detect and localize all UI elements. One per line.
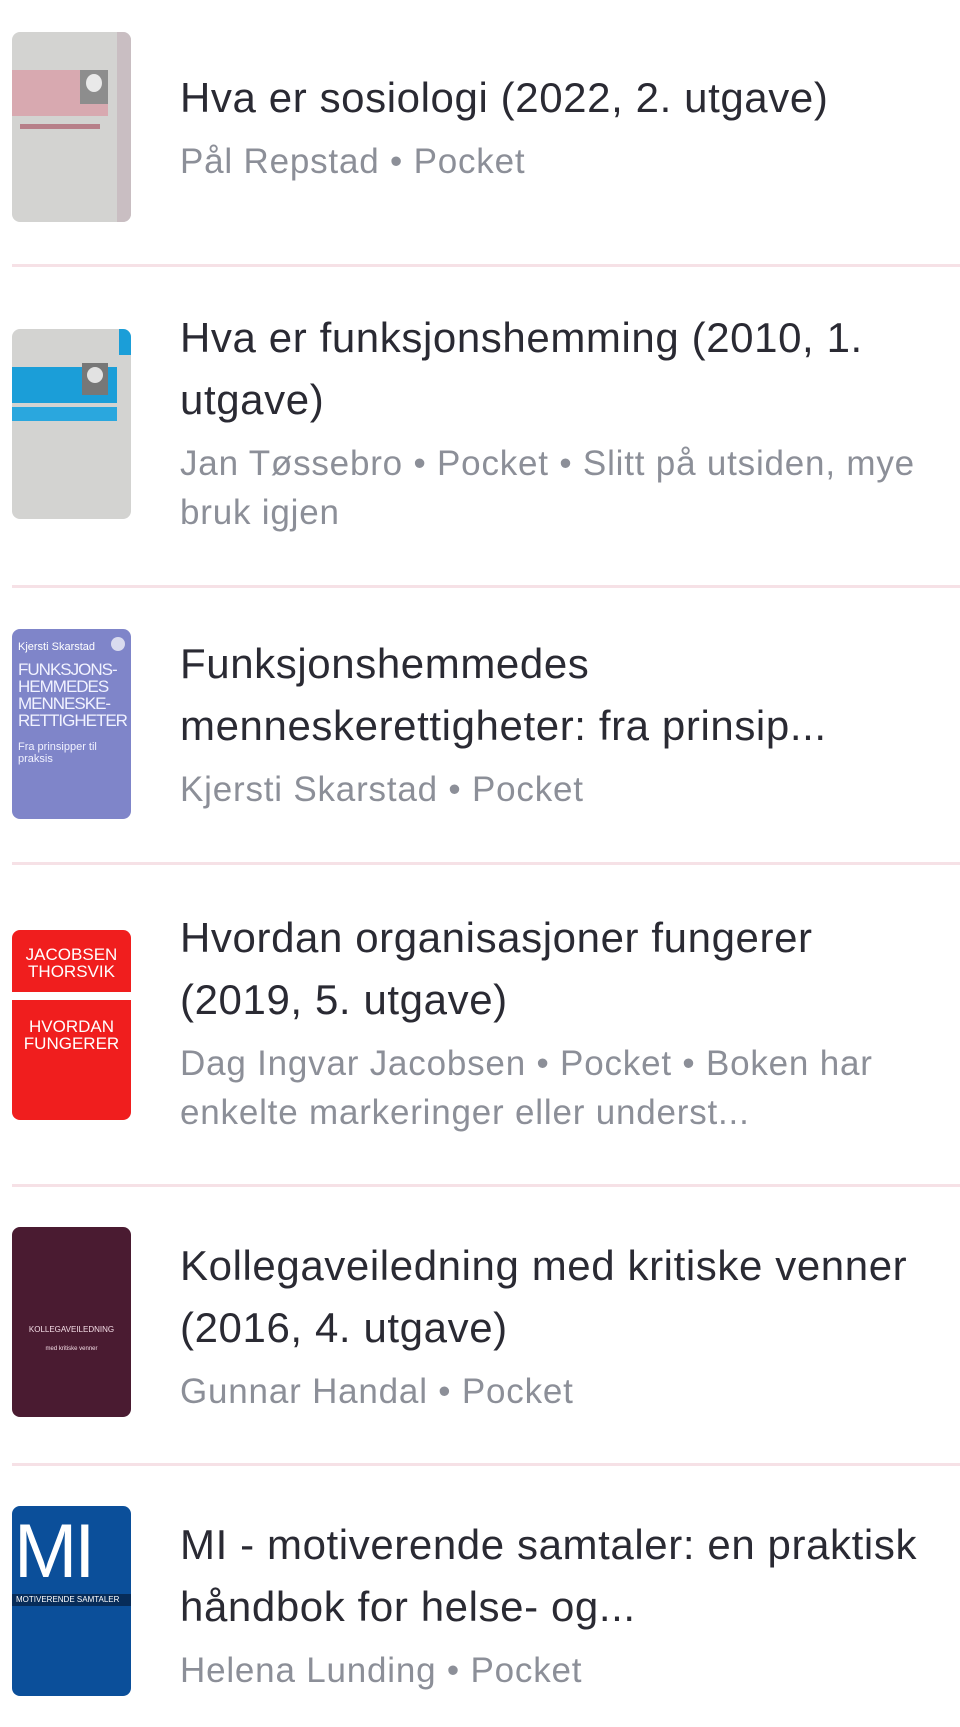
book-title[interactable]: Funksjonshemmedes menneskerettigheter: f…: [180, 633, 945, 757]
book-list: Hva er sosiologi (2022, 2. utgave) Pål R…: [0, 0, 960, 1727]
book-info: Funksjonshemmedes menneskerettigheter: f…: [180, 633, 945, 814]
book-meta: Helena Lunding • Pocket: [180, 1651, 583, 1690]
book-item[interactable]: JACOBSEN THORSVIK HVORDAN FUNGERER Hvord…: [0, 865, 960, 1185]
book-item[interactable]: Hva er funksjonshemming (2010, 1. utgave…: [0, 267, 960, 585]
book-cover[interactable]: MI MOTIVERENDE SAMTALER: [12, 1506, 131, 1696]
book-cover[interactable]: KOLLEGAVEILEDNING med kritiske venner: [12, 1227, 131, 1417]
book-meta: Kjersti Skarstad • Pocket: [180, 770, 584, 809]
book-item[interactable]: Kjersti Skarstad FUNKSJONS-HEMMEDES MENN…: [0, 588, 960, 862]
cover-subtitle: med kritiske venner: [45, 1346, 98, 1352]
book-cover[interactable]: Kjersti Skarstad FUNKSJONS-HEMMEDES MENN…: [12, 629, 131, 819]
cover-title: MOTIVERENDE SAMTALER: [16, 1595, 120, 1604]
cover-authors: JACOBSEN THORSVIK: [25, 945, 118, 981]
cover-subtitle: Fra prinsipper til praksis: [18, 741, 97, 765]
book-title[interactable]: Kollegaveiledning med kritiske venner (2…: [180, 1235, 945, 1359]
book-cover[interactable]: JACOBSEN THORSVIK HVORDAN FUNGERER: [12, 930, 131, 1120]
book-meta: Gunnar Handal • Pocket: [180, 1372, 574, 1411]
book-info: Hvordan organisasjoner fungerer (2019, 5…: [180, 907, 945, 1137]
book-item[interactable]: KOLLEGAVEILEDNING med kritiske venner Ko…: [0, 1187, 960, 1463]
book-info: Hva er funksjonshemming (2010, 1. utgave…: [180, 307, 945, 537]
book-meta: Pål Repstad • Pocket: [180, 142, 526, 181]
book-cover[interactable]: [12, 32, 131, 222]
book-item[interactable]: Hva er sosiologi (2022, 2. utgave) Pål R…: [0, 0, 960, 266]
book-title[interactable]: Hva er sosiologi (2022, 2. utgave): [180, 67, 945, 129]
book-item[interactable]: MI MOTIVERENDE SAMTALER MI - motiverende…: [0, 1466, 960, 1727]
cover-mi: MI: [14, 1509, 95, 1594]
book-info: Kollegaveiledning med kritiske venner (2…: [180, 1235, 945, 1416]
cover-title: KOLLEGAVEILEDNING: [28, 1325, 115, 1334]
book-title[interactable]: Hva er funksjonshemming (2010, 1. utgave…: [180, 307, 945, 431]
book-info: Hva er sosiologi (2022, 2. utgave) Pål R…: [180, 67, 945, 186]
book-title[interactable]: Hvordan organisasjoner fungerer (2019, 5…: [180, 907, 945, 1031]
book-title[interactable]: MI - motiverende samtaler: en praktisk h…: [180, 1514, 945, 1638]
book-info: MI - motiverende samtaler: en praktisk h…: [180, 1514, 945, 1695]
cover-title: HVORDAN FUNGERER: [23, 1017, 120, 1053]
book-meta: Jan Tøssebro • Pocket • Slitt på utsiden…: [180, 444, 915, 532]
cover-author: Kjersti Skarstad: [18, 641, 96, 653]
book-meta: Dag Ingvar Jacobsen • Pocket • Boken har…: [180, 1044, 873, 1132]
book-cover[interactable]: [12, 329, 131, 519]
cover-title: FUNKSJONS-HEMMEDES MENNESKE-RETTIGHETER: [18, 660, 128, 730]
